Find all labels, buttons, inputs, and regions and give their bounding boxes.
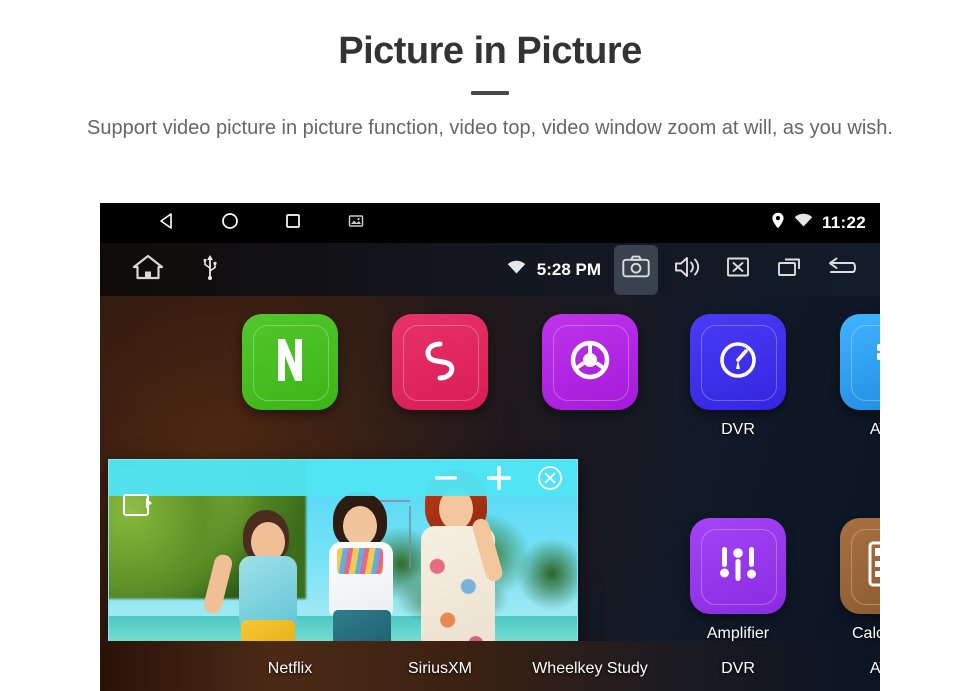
- camera-button[interactable]: [614, 244, 658, 295]
- close-box-icon: [724, 255, 752, 284]
- app-icon-calculator[interactable]: Calculator: [810, 518, 880, 643]
- amplifier-icon: [690, 518, 786, 614]
- netflix-icon: [242, 314, 338, 410]
- pip-control-bar: [109, 460, 577, 496]
- usb-icon[interactable]: [202, 254, 218, 285]
- home-screen: DVR AVIN: [100, 296, 880, 691]
- app-label: AVIN: [869, 421, 880, 438]
- recents-button[interactable]: [767, 245, 811, 295]
- app-icon-avin[interactable]: AVIN: [810, 314, 880, 439]
- app-icon-amplifier[interactable]: Amplifier: [660, 518, 816, 643]
- pip-zoom-out-button[interactable]: [431, 463, 461, 493]
- app-label: Netflix: [267, 660, 313, 677]
- toolbar-clock: 5:28 PM: [536, 259, 601, 279]
- video-badge-icon: [123, 494, 152, 516]
- page-subtitle: Support video picture in picture functio…: [87, 116, 893, 139]
- camera-icon: [622, 255, 650, 284]
- app-label: DVR: [721, 421, 755, 438]
- calculator-icon: [840, 518, 880, 614]
- back-arrow-icon: [823, 255, 857, 284]
- app-label: DVR: [721, 660, 755, 677]
- toolbar-right: 5:28 PM: [507, 243, 862, 296]
- recents-icon[interactable]: [283, 211, 303, 236]
- app-label: AVIN: [869, 660, 880, 677]
- pip-close-button[interactable]: [537, 465, 563, 491]
- recents-windows-icon: [775, 255, 803, 284]
- avin-icon: [840, 314, 880, 410]
- navigation-bar: [157, 211, 366, 236]
- app-icon-dvr[interactable]: DVR: [660, 314, 816, 439]
- status-bar-right: 11:22: [771, 203, 866, 243]
- close-button[interactable]: [716, 245, 760, 295]
- app-label-strip: Netflix SiriusXM Wheelkey Study DVR AVIN: [100, 641, 880, 691]
- wheelkey-icon: [542, 314, 638, 410]
- app-label: SiriusXM: [407, 660, 472, 677]
- location-pin-icon: [771, 212, 785, 234]
- app-icon-wheelkey-study[interactable]: [512, 314, 668, 410]
- wifi-icon: [507, 260, 526, 280]
- page-header: Picture in Picture Support video picture…: [0, 0, 980, 143]
- app-label: Wheelkey Study: [532, 660, 648, 677]
- app-icon-netflix[interactable]: [212, 314, 368, 410]
- page-root: Picture in Picture Support video picture…: [0, 0, 980, 691]
- status-bar-clock: 11:22: [821, 213, 866, 232]
- home-icon[interactable]: [220, 211, 240, 236]
- pip-zoom-in-button[interactable]: [483, 462, 515, 494]
- back-button[interactable]: [818, 245, 862, 295]
- screenshot-icon[interactable]: [346, 211, 366, 236]
- volume-icon: [673, 255, 701, 284]
- page-title: Picture in Picture: [338, 30, 642, 72]
- app-icon-siriusxm[interactable]: [362, 314, 518, 410]
- siriusxm-icon: [392, 314, 488, 410]
- dvr-icon: [690, 314, 786, 410]
- device-screenshot: 11:22 5:28 PM DVR A Amplifier Calc Netfl…: [100, 203, 880, 691]
- app-toolbar: 5:28 PM: [100, 243, 880, 296]
- volume-button[interactable]: [665, 245, 709, 295]
- wifi-icon: [794, 213, 813, 233]
- title-divider: [471, 90, 509, 95]
- android-status-bar: 11:22: [100, 203, 880, 243]
- home-icon[interactable]: [132, 253, 164, 286]
- toolbar-left: [132, 253, 218, 286]
- back-icon[interactable]: [157, 211, 177, 236]
